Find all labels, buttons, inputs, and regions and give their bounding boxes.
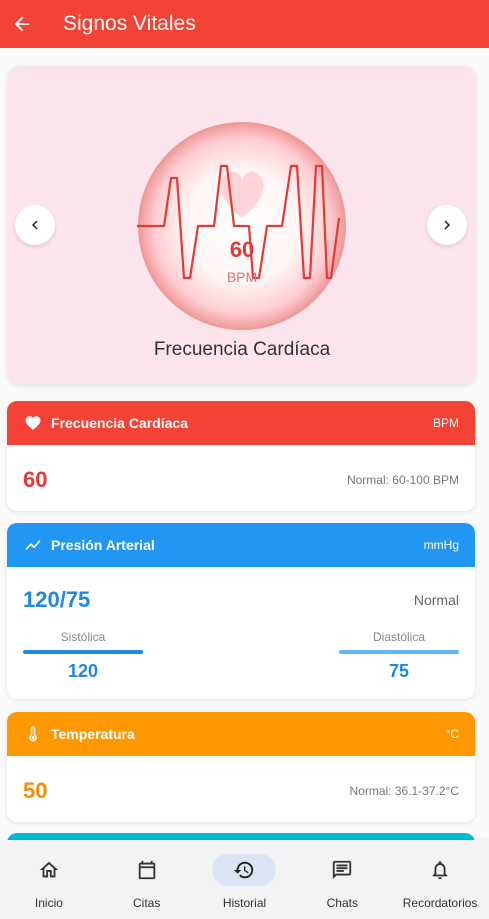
bell-icon <box>432 861 448 880</box>
carousel-prev-button[interactable] <box>15 205 55 245</box>
heart-rate-value: 60 <box>23 467 48 492</box>
page-title: Signos Vitales <box>63 12 196 35</box>
chat-icon <box>333 860 352 880</box>
heart-rate-card[interactable]: Frecuencia Cardíaca BPM 60 Normal: 60-10… <box>7 401 475 511</box>
vital-carousel-card: 60 BPM Frecuencia Cardíaca <box>8 66 476 384</box>
nav-item-recordatorios[interactable]: Recordatorios <box>391 840 489 919</box>
heart-icon <box>23 413 43 433</box>
home-icon <box>39 861 59 878</box>
blood-pressure-status: Normal <box>413 592 459 608</box>
thermometer-icon <box>23 724 43 744</box>
temperature-header: Temperatura °C <box>7 712 475 756</box>
back-button[interactable] <box>2 4 42 44</box>
temperature-card[interactable]: Temperatura °C 50 Normal: 36.1-37.2°C <box>7 712 475 822</box>
blood-pressure-header: Presión Arterial mmHg <box>7 523 475 567</box>
diastolic-value: 75 <box>388 661 410 681</box>
blood-pressure-value: 120/75 <box>23 587 91 612</box>
temperature-value: 50 <box>23 778 48 803</box>
temperature-unit: °C <box>445 727 459 741</box>
nav-item-citas[interactable]: Citas <box>98 840 196 919</box>
hero-unit: BPM <box>226 269 258 285</box>
nav-item-chats[interactable]: Chats <box>293 840 391 919</box>
history-icon <box>234 861 254 879</box>
temperature-title: Temperatura <box>51 726 135 742</box>
nav-item-historial[interactable]: Historial <box>196 840 294 919</box>
nav-label-inicio: Inicio <box>34 896 63 910</box>
arrow-back-icon <box>14 16 30 32</box>
chevron-left-icon <box>32 220 38 230</box>
blood-pressure-title: Presión Arterial <box>51 537 155 553</box>
blood-pressure-unit: mmHg <box>423 538 459 552</box>
app-bar: Signos Vitales <box>0 0 489 48</box>
hero-value: 60 <box>229 237 255 262</box>
heart-rate-normal-range: Normal: 60-100 BPM <box>346 473 459 487</box>
heart-rate-gauge <box>137 122 346 330</box>
nav-label-recordatorios: Recordatorios <box>402 896 478 910</box>
carousel-next-button[interactable] <box>427 205 467 245</box>
heart-rate-title: Frecuencia Cardíaca <box>51 415 188 431</box>
trending-up-icon <box>23 535 43 555</box>
systolic-bar <box>23 650 143 654</box>
systolic-value: 120 <box>67 661 99 681</box>
chevron-right-icon <box>444 220 450 230</box>
calendar-icon <box>138 860 155 880</box>
diastolic-label: Diastólica <box>372 630 426 644</box>
systolic-label: Sistólica <box>60 630 106 644</box>
blood-pressure-card[interactable]: Presión Arterial mmHg 120/75 Normal Sist… <box>7 523 475 699</box>
heart-rate-header: Frecuencia Cardíaca BPM <box>7 401 475 445</box>
hero-label: Frecuencia Cardíaca <box>153 339 331 360</box>
nav-label-historial: Historial <box>222 896 267 910</box>
nav-label-citas: Citas <box>133 896 161 910</box>
bottom-navigation: Inicio Citas Historial Chats Recordatori… <box>0 840 489 919</box>
nav-label-chats: Chats <box>326 896 358 910</box>
temperature-normal-range: Normal: 36.1-37.2°C <box>349 784 459 798</box>
heart-rate-unit: BPM <box>432 416 459 430</box>
nav-item-inicio[interactable]: Inicio <box>0 840 98 919</box>
diastolic-bar <box>339 650 459 654</box>
